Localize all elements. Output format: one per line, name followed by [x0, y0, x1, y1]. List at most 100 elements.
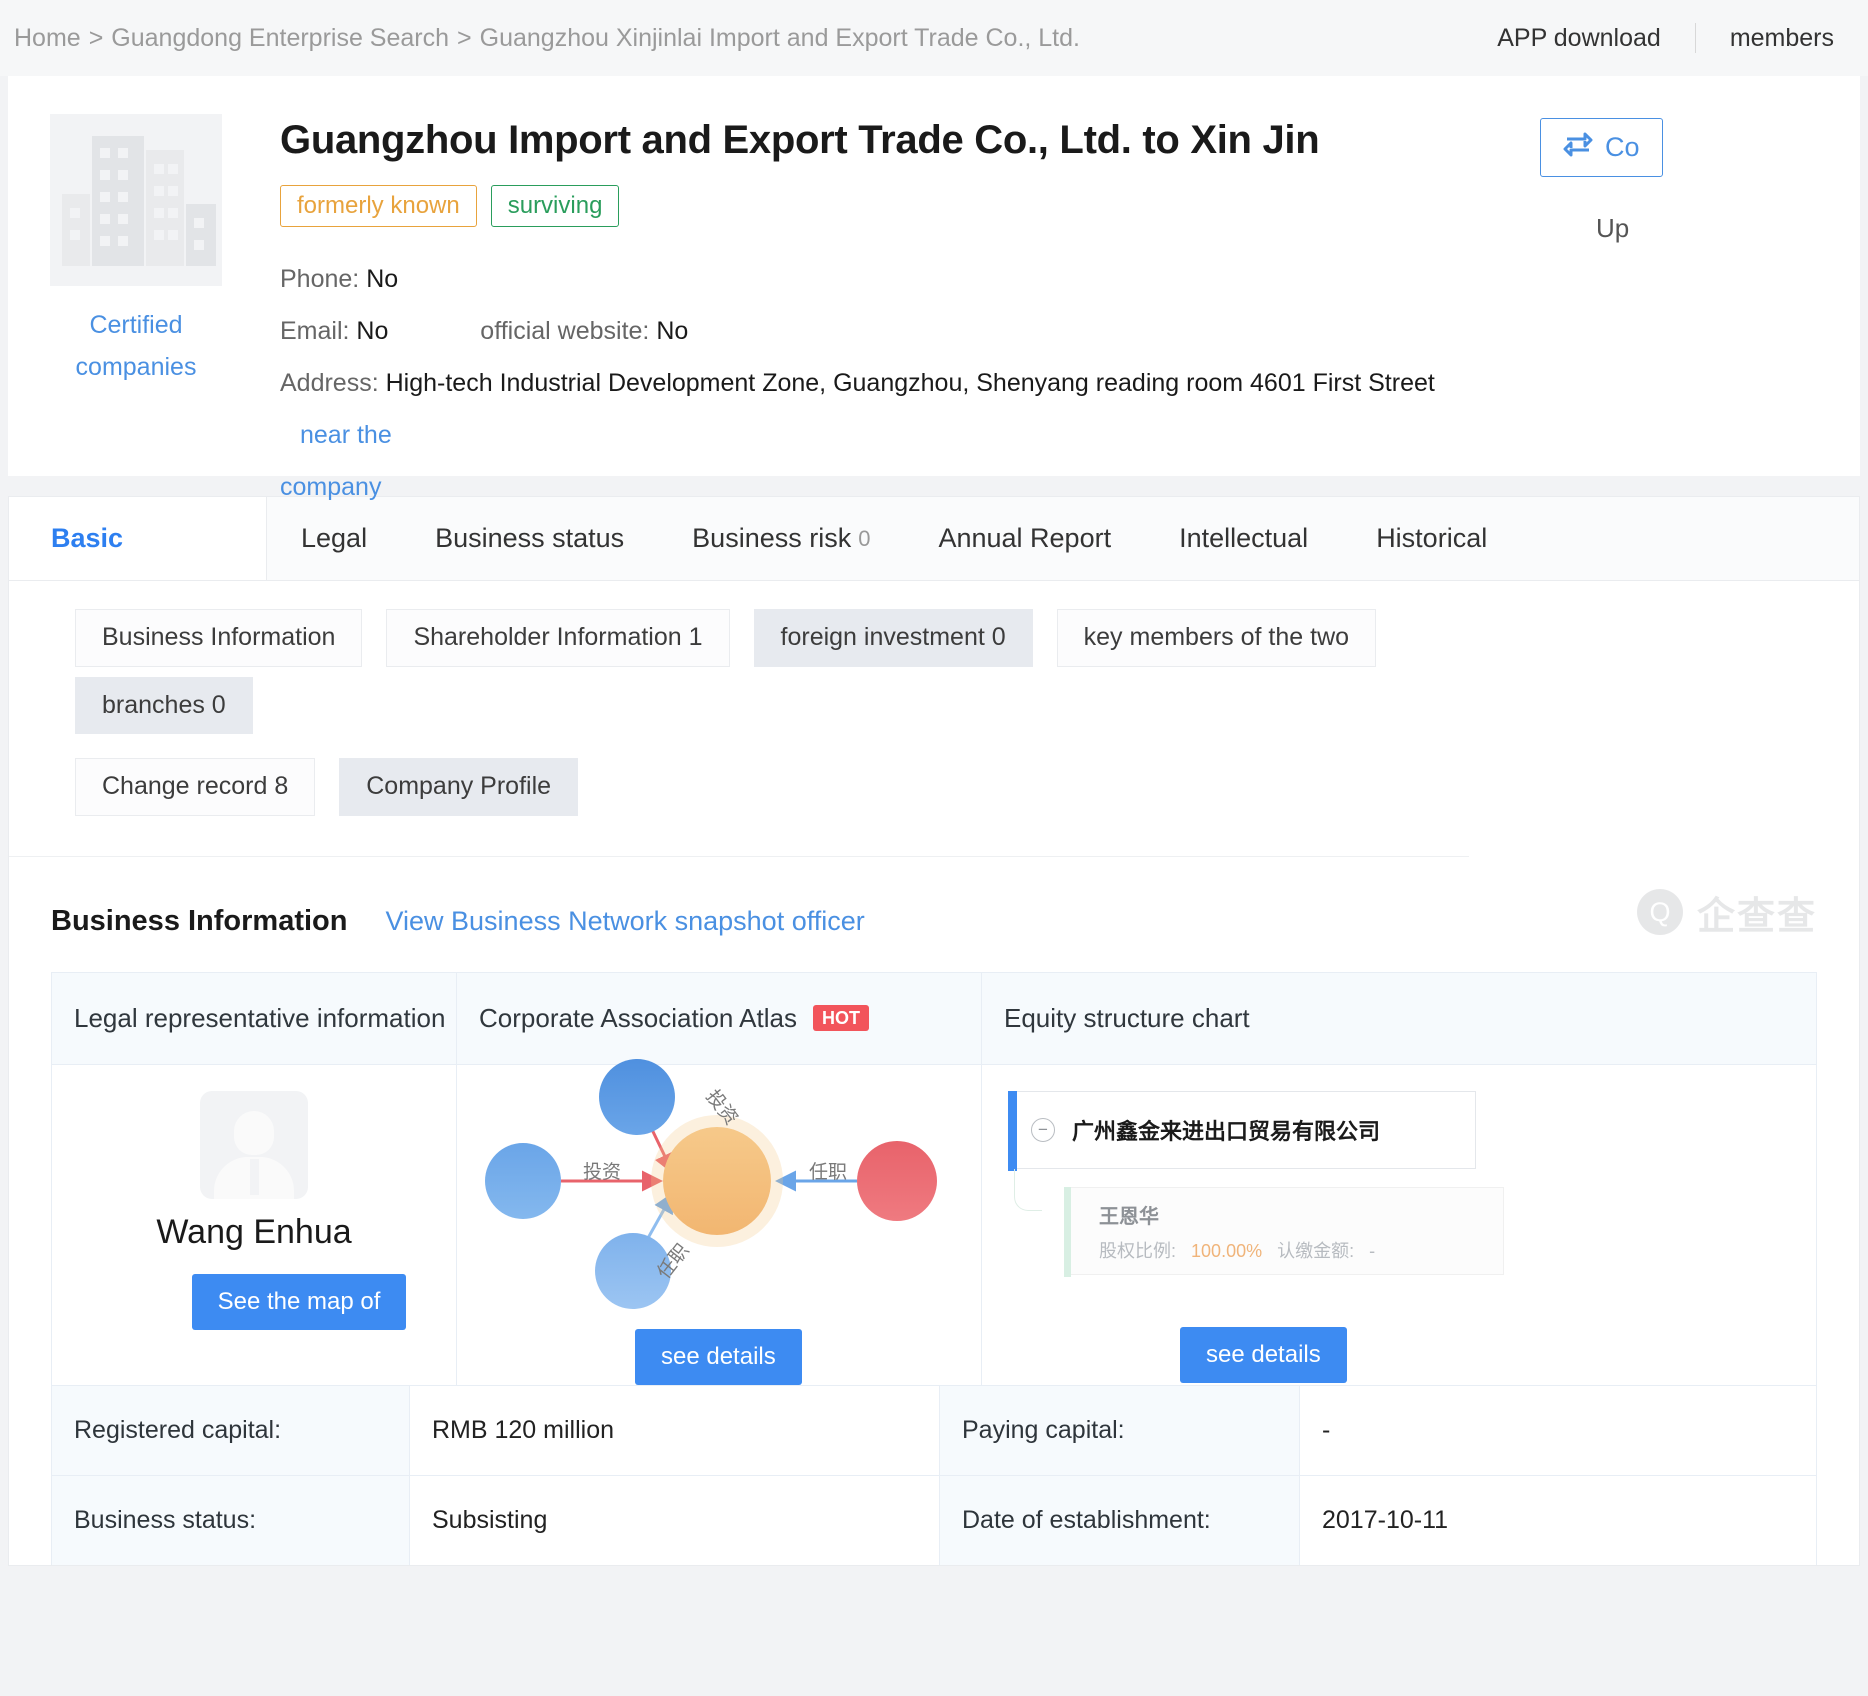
card-header-row: Legal representative information Corpora…: [52, 972, 1816, 1064]
tab-intellectual-label: Intellectual: [1179, 523, 1309, 553]
business-information-title: Business Information: [51, 904, 348, 937]
equity-see-details-button[interactable]: see details: [1180, 1326, 1347, 1383]
website-label: official website:: [480, 317, 650, 346]
paying-capital-value: -: [1322, 1415, 1331, 1444]
address-value: High-tech Industrial Development Zone, G…: [385, 369, 1435, 398]
card-header-equity: Equity structure chart: [982, 973, 1816, 1064]
legal-rep-content: Wang Enhua See the map of: [52, 1065, 456, 1330]
breadcrumb-search[interactable]: Guangdong Enterprise Search: [111, 24, 449, 52]
equity-person-detail: 股权比例: 100.00% 认缴金额: -: [1099, 1237, 1503, 1263]
view-business-network-link[interactable]: View Business Network snapshot officer: [386, 906, 865, 937]
tab-business-risk-label: Business risk: [692, 523, 852, 553]
card-header-atlas: Corporate Association Atlas HOT: [457, 972, 982, 1064]
phone-value: No: [366, 265, 399, 294]
legal-rep-name: Wang Enhua: [156, 1212, 352, 1251]
top-bar: Home > Guangdong Enterprise Search > Guangzh…: [0, 0, 1868, 76]
collapse-minus-icon[interactable]: −: [1031, 1117, 1055, 1142]
see-the-map-of-button[interactable]: See the map of: [191, 1273, 407, 1330]
email-row: Email: No official website: No: [280, 305, 1860, 357]
business-status-label: Business status:: [52, 1475, 410, 1565]
qichacha-watermark: Q 企查查: [1636, 885, 1817, 940]
equity-amount-label: 认缴金额:: [1277, 1240, 1355, 1261]
equity-company-name: 广州鑫金来进出口贸易有限公司: [1072, 1118, 1381, 1144]
app-download-link[interactable]: APP download: [1463, 24, 1695, 53]
tab-business-status[interactable]: Business status: [401, 497, 658, 580]
business-information-section: Business Information View Business Netwo…: [9, 857, 1859, 1565]
equity-person-node[interactable]: 王恩华 股权比例: 100.00% 认缴金额: -: [1064, 1186, 1504, 1277]
company-building-icon: [50, 114, 222, 286]
sub-tab-group: Business Information Shareholder Informa…: [9, 581, 1469, 857]
subtab-branches[interactable]: branches 0: [75, 676, 253, 734]
equity-cell: − 广州鑫金来进出口贸易有限公司 王恩华 股权比例: 100.00% 认缴金额:…: [982, 1065, 1816, 1385]
date-of-establishment-label: Date of establishment:: [940, 1475, 1300, 1565]
avatar: [200, 1090, 308, 1199]
sub-tab-row-1: Business Information Shareholder Informa…: [75, 609, 1469, 744]
subtab-shareholder-information[interactable]: Shareholder Information 1: [386, 609, 730, 667]
subtab-business-information[interactable]: Business Information: [75, 609, 363, 667]
paying-capital-label: Paying capital:: [940, 1385, 1300, 1475]
company-contact-meta: Phone: No Email: No official website: No…: [280, 253, 1860, 513]
subtab-foreign-investment[interactable]: foreign investment 0: [753, 609, 1033, 667]
card-header-equity-label: Equity structure chart: [1004, 1002, 1250, 1033]
breadcrumb-home[interactable]: Home: [14, 24, 81, 52]
phone-label: Phone:: [280, 265, 360, 294]
certified-label-line1: Certified: [89, 311, 183, 339]
business-information-header: Business Information View Business Netwo…: [51, 905, 1859, 938]
legal-rep-cell: Wang Enhua See the map of: [52, 1064, 457, 1385]
address-label: Address:: [280, 369, 379, 398]
near-company-link-part1[interactable]: near the: [300, 421, 392, 449]
tab-business-risk-count: 0: [858, 525, 871, 551]
breadcrumb: Home > Guangdong Enterprise Search > Guangzh…: [14, 24, 1080, 53]
top-bar-right: APP download members: [1463, 0, 1868, 76]
table-row: Business status: Subsisting Date of esta…: [52, 1474, 1816, 1565]
main-content-card: Basic Legal Business status Business ris…: [8, 496, 1860, 1566]
graph-node-investor-left[interactable]: [485, 1142, 561, 1219]
tab-basic[interactable]: Basic: [9, 497, 267, 580]
subtab-change-record[interactable]: Change record 8: [75, 758, 316, 816]
card-header-atlas-label: Corporate Association Atlas: [479, 1002, 797, 1033]
tab-historical-label: Historical: [1376, 523, 1488, 553]
subtab-key-members[interactable]: key members of the two: [1056, 609, 1377, 667]
company-header-card: Certified companies Guangzhou Import and…: [8, 76, 1860, 501]
tab-legal[interactable]: Legal: [267, 497, 401, 580]
graph-edge-label-office-2: 任职: [809, 1161, 848, 1183]
email-label: Email:: [280, 317, 350, 346]
card-body-row: Wang Enhua See the map of 投资 投资 任职 任职 se…: [52, 1058, 1816, 1385]
equity-structure-chart: − 广州鑫金来进出口贸易有限公司 王恩华 股权比例: 100.00% 认缴金额:…: [982, 1065, 1816, 1385]
graph-node-company-center[interactable]: [663, 1126, 771, 1235]
business-status-value: Subsisting: [410, 1475, 940, 1565]
graph-node-investor-top[interactable]: [599, 1058, 675, 1135]
tab-legal-label: Legal: [301, 523, 368, 553]
date-of-establishment-value: 2017-10-11: [1322, 1505, 1449, 1534]
tab-intellectual[interactable]: Intellectual: [1145, 497, 1342, 580]
compare-button[interactable]: Co: [1540, 118, 1663, 177]
subtab-company-profile[interactable]: Company Profile: [339, 758, 579, 816]
atlas-see-details-button[interactable]: see details: [635, 1328, 802, 1385]
compare-button-label: Co: [1605, 132, 1640, 162]
equity-ratio-value: 100.00%: [1191, 1240, 1263, 1261]
certified-companies-link[interactable]: Certified companies: [50, 304, 222, 388]
registered-capital-value: RMB 120 million: [410, 1385, 940, 1475]
tab-historical[interactable]: Historical: [1342, 497, 1521, 580]
tab-annual-report-label: Annual Report: [938, 523, 1112, 553]
status-badge-formerly-known: formerly known: [280, 185, 477, 228]
breadcrumb-separator-2: >: [457, 23, 472, 52]
hot-badge: HOT: [812, 1005, 869, 1031]
graph-node-officer-right[interactable]: [857, 1140, 937, 1221]
card-header-legal-rep: Legal representative information: [52, 972, 457, 1064]
equity-amount-value: -: [1369, 1240, 1376, 1261]
address-row: Address: High-tech Industrial Developmen…: [280, 357, 1480, 513]
compare-icon: [1563, 131, 1593, 164]
table-row: Registered capital: RMB 120 million Payi…: [52, 1384, 1816, 1475]
membership-link[interactable]: members: [1696, 24, 1868, 53]
tab-business-risk[interactable]: Business risk 0: [658, 497, 904, 580]
corporate-association-graph[interactable]: 投资 投资 任职 任职 see details: [457, 1058, 981, 1385]
company-logo-column: Certified companies: [8, 114, 238, 476]
equity-company-node[interactable]: − 广州鑫金来进出口贸易有限公司: [1008, 1090, 1476, 1171]
card-header-legal-rep-label: Legal representative information: [74, 1002, 446, 1033]
tab-annual-report[interactable]: Annual Report: [904, 497, 1145, 580]
certified-label-line2: companies: [75, 353, 197, 381]
equity-person-name: 王恩华: [1099, 1205, 1159, 1228]
equity-connector-line: [1014, 1168, 1042, 1211]
watermark-text: 企查查: [1696, 895, 1817, 938]
